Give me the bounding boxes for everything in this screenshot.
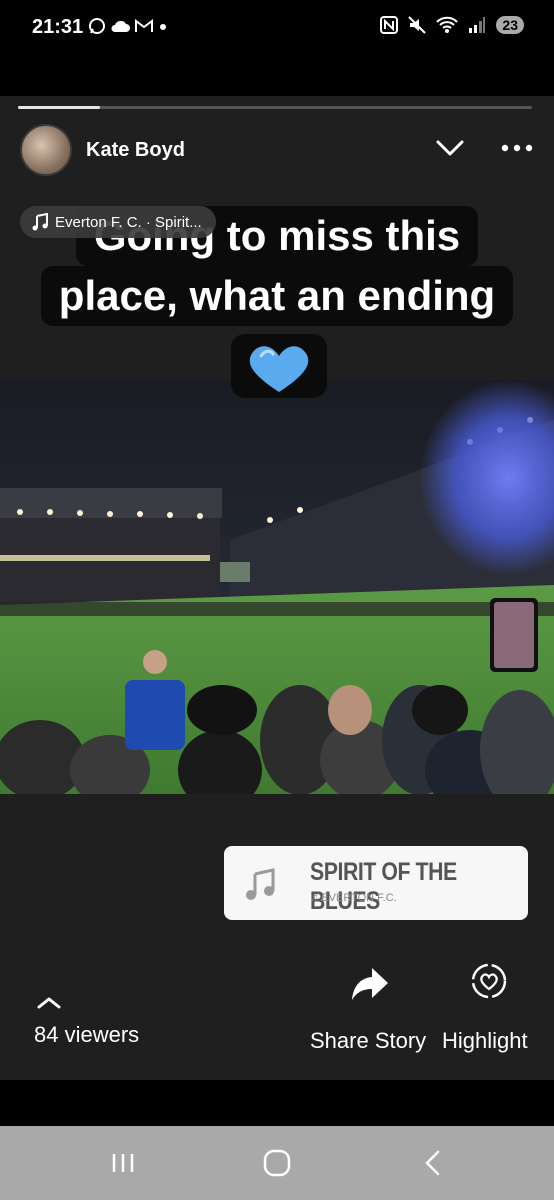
mute-icon [408, 16, 427, 34]
bottom-spacer [0, 1080, 554, 1126]
chevron-down-icon[interactable] [434, 136, 466, 160]
story-photo [0, 380, 554, 794]
chevron-up-icon[interactable] [36, 996, 62, 1010]
story-progress-fill [18, 106, 101, 109]
caption-line-2: place, what an ending [40, 266, 514, 326]
photo-phone-screen [494, 602, 534, 668]
home-icon[interactable] [262, 1148, 292, 1178]
music-chip[interactable]: Everton F. C. · Spirit... [20, 206, 216, 238]
photo-crowd-line [0, 602, 554, 616]
photo-scoreboard [220, 562, 250, 582]
photo-stand-left-lights [0, 555, 210, 561]
highlight-button[interactable]: Highlight [442, 1028, 528, 1054]
heart-sticker [231, 334, 327, 398]
status-right: 23 [380, 16, 524, 34]
whatsapp-icon [89, 18, 105, 34]
blue-heart-icon [249, 346, 309, 392]
share-arrow-icon[interactable] [350, 966, 390, 1002]
cloud-icon [111, 20, 130, 32]
song-sticker[interactable]: SPIRIT OF THE BLUES ♫ EVERTON F.C. [224, 846, 528, 920]
story-viewer[interactable]: Kate Boyd Going to miss this place, what… [0, 96, 554, 1080]
top-spacer [0, 58, 554, 96]
more-options-icon[interactable] [500, 136, 534, 160]
highlight-icon[interactable] [470, 962, 508, 1000]
notification-icons [88, 17, 168, 35]
music-note-icon [246, 868, 275, 900]
signal-icon [469, 17, 486, 33]
status-bar: 21:31 23 [0, 0, 554, 58]
battery-indicator: 23 [496, 16, 524, 34]
song-title: SPIRIT OF THE BLUES [310, 858, 457, 915]
story-username[interactable]: Kate Boyd [86, 139, 185, 162]
status-time: 21:31 [32, 16, 84, 38]
system-nav-bar [0, 1126, 554, 1200]
song-artist-name: EVERTON F.C. [321, 892, 397, 904]
nfc-icon [380, 16, 399, 34]
avatar[interactable] [20, 124, 72, 176]
viewers-count[interactable]: 84 viewers [34, 1022, 139, 1048]
wifi-icon [436, 16, 459, 33]
music-chip-label: Everton F. C. · Spirit... [55, 213, 202, 231]
music-note-icon [32, 213, 48, 231]
dot-icon [160, 24, 166, 30]
song-artist: ♫ EVERTON F.C. [310, 892, 397, 904]
story-progress-track [18, 106, 532, 109]
recents-icon[interactable] [108, 1148, 138, 1178]
back-icon[interactable] [418, 1148, 448, 1178]
gmail-icon [135, 19, 153, 32]
share-story-button[interactable]: Share Story [310, 1028, 426, 1054]
